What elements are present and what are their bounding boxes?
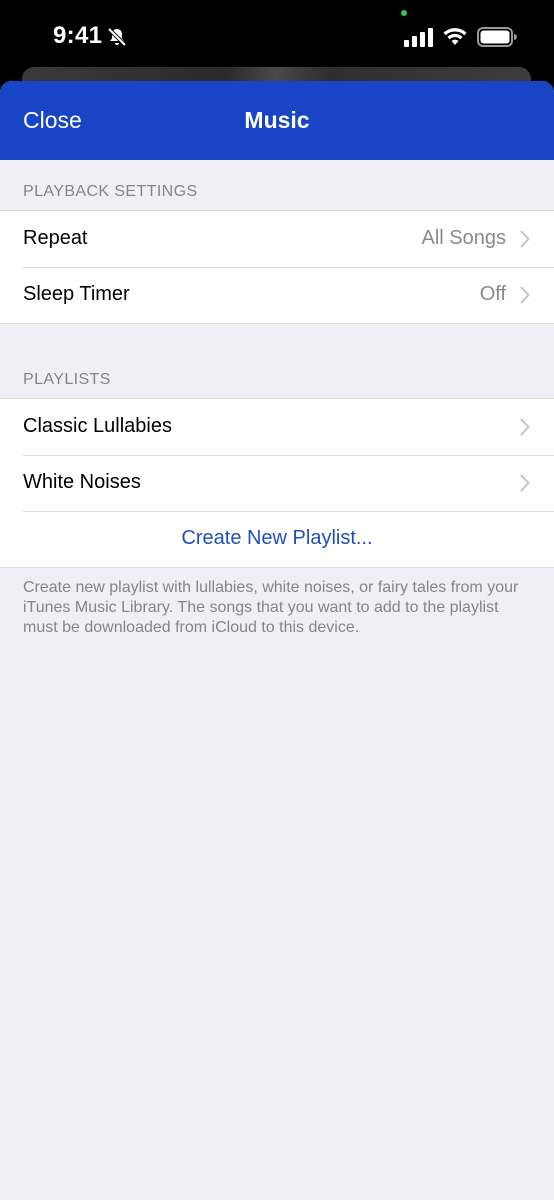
navigation-bar: Close Music: [0, 81, 554, 160]
playlist-row-classic-lullabies[interactable]: Classic Lullabies: [0, 399, 554, 455]
chevron-right-icon: [520, 286, 530, 304]
camera-indicator-dot: [401, 10, 407, 16]
wifi-icon: [443, 28, 467, 45]
chevron-right-icon: [520, 474, 530, 492]
status-bar: 9:41: [0, 0, 554, 72]
bell-slash-icon: [107, 27, 127, 47]
chevron-right-icon: [520, 230, 530, 248]
playlists-group: Classic Lullabies White Noises Create Ne…: [0, 398, 554, 568]
row-label: Classic Lullabies: [23, 415, 172, 437]
section-header-playback: PLAYBACK SETTINGS: [23, 183, 198, 200]
row-label: Sleep Timer: [23, 283, 130, 305]
battery-icon: [477, 27, 517, 47]
chevron-right-icon: [520, 418, 530, 436]
playlists-footer-note: Create new playlist with lullabies, whit…: [23, 579, 519, 636]
section-header-playlists: PLAYLISTS: [23, 371, 111, 388]
page-title: Music: [244, 107, 310, 133]
repeat-row[interactable]: Repeat All Songs: [0, 211, 554, 267]
playback-settings-group: Repeat All Songs Sleep Timer Off: [0, 210, 554, 324]
music-settings-sheet: Close Music PLAYBACK SETTINGS Repeat All…: [0, 81, 554, 1200]
screen: 9:41 Close Music PLAYBACK SETTINGS Repea…: [0, 0, 554, 1200]
row-label: Repeat: [23, 227, 88, 249]
row-label: White Noises: [23, 471, 141, 493]
create-new-playlist-button[interactable]: Create New Playlist...: [0, 511, 554, 567]
sleep-timer-row[interactable]: Sleep Timer Off: [0, 267, 554, 323]
create-new-playlist-label: Create New Playlist...: [181, 527, 373, 549]
row-value: All Songs: [421, 227, 507, 249]
signal-icon: [404, 28, 433, 47]
row-value: Off: [479, 283, 506, 305]
status-time: 9:41: [53, 22, 103, 49]
playlist-row-white-noises[interactable]: White Noises: [0, 455, 554, 511]
